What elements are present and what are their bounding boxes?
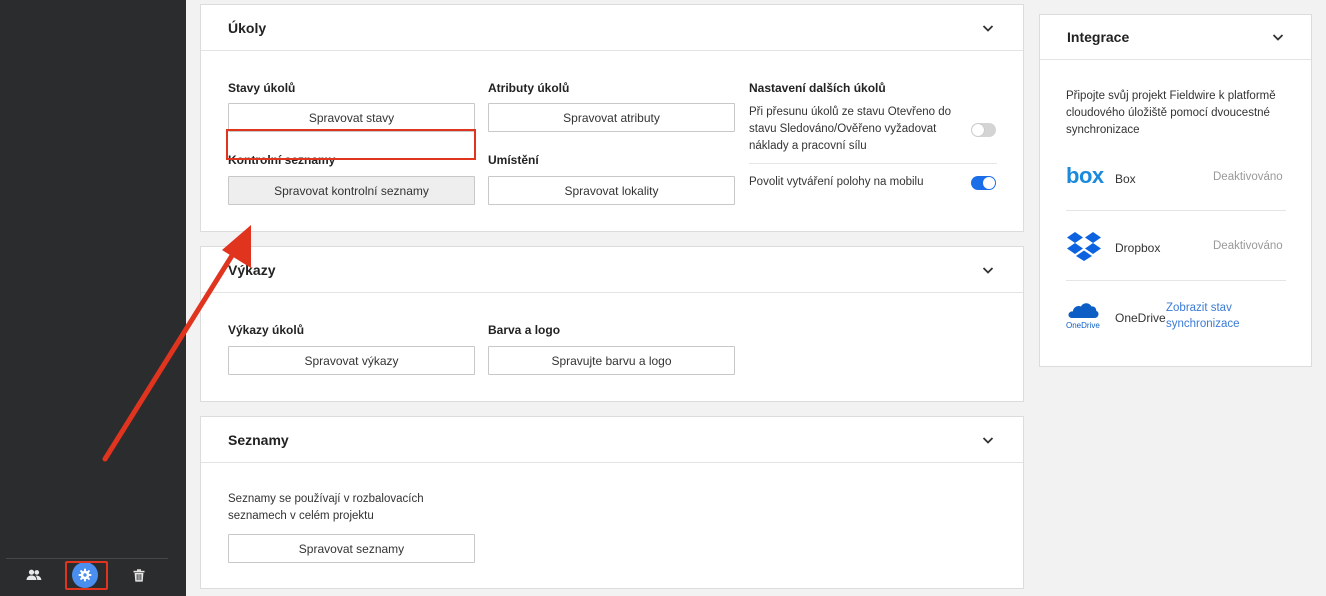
- onedrive-icon: [1068, 303, 1099, 318]
- integrations-title: Integrace: [1067, 29, 1130, 45]
- chevron-down-icon[interactable]: [1271, 30, 1285, 44]
- chevron-down-icon[interactable]: [981, 433, 995, 447]
- integrations-description: Připojte svůj projekt Fieldwire k platfo…: [1066, 90, 1276, 136]
- lists-card: Seznamy Seznamy se používají v rozbalova…: [200, 416, 1024, 589]
- manage-states-button[interactable]: Spravovat stavy: [228, 103, 475, 132]
- manage-checklists-button[interactable]: Spravovat kontrolní seznamy: [228, 176, 475, 205]
- cost-labor-setting-text: Při přesunu úkolů ze stavu Otevřeno do s…: [749, 106, 952, 152]
- dropbox-icon: [1067, 232, 1101, 261]
- tasks-title: Úkoly: [228, 19, 267, 36]
- box-logo: box: [1066, 163, 1104, 188]
- onedrive-logo-text: OneDrive: [1066, 321, 1100, 330]
- users-icon[interactable]: [21, 562, 47, 588]
- integrations-card: Integrace Připojte svůj projekt Fieldwir…: [1039, 14, 1312, 367]
- mobile-location-toggle[interactable]: [971, 176, 996, 190]
- integrations-header[interactable]: Integrace: [1040, 15, 1311, 60]
- trash-icon[interactable]: [126, 562, 152, 588]
- onedrive-name: OneDrive: [1115, 311, 1166, 325]
- onedrive-sync-status-link[interactable]: Zobrazit stav synchronizace: [1166, 300, 1240, 332]
- manage-color-logo-button[interactable]: Spravujte barvu a logo: [488, 346, 735, 375]
- locations-label: Umístění: [488, 153, 539, 167]
- manage-reports-button[interactable]: Spravovat výkazy: [228, 346, 475, 375]
- reports-header[interactable]: Výkazy: [201, 247, 1023, 293]
- chevron-down-icon[interactable]: [981, 21, 995, 35]
- lists-header[interactable]: Seznamy: [201, 417, 1023, 463]
- tasks-header[interactable]: Úkoly: [201, 5, 1023, 51]
- box-status[interactable]: Deaktivováno: [1213, 171, 1283, 183]
- manage-lists-button[interactable]: Spravovat seznamy: [228, 534, 475, 563]
- box-name: Box: [1115, 172, 1136, 186]
- lists-description: Seznamy se používají v rozbalovacích sez…: [228, 493, 424, 522]
- cost-labor-toggle[interactable]: [971, 123, 996, 137]
- settings-divider: [749, 163, 997, 164]
- reports-card: Výkazy Výkazy úkolů Spravovat výkazy Bar…: [200, 246, 1024, 402]
- mobile-location-setting-text: Povolit vytváření polohy na mobilu: [749, 176, 924, 188]
- checklists-highlight-box: [226, 129, 476, 160]
- more-settings-label: Nastavení dalších úkolů: [749, 81, 886, 95]
- task-states-label: Stavy úkolů: [228, 81, 296, 95]
- manage-locations-button[interactable]: Spravovat lokality: [488, 176, 735, 205]
- lists-title: Seznamy: [228, 431, 289, 448]
- dropbox-divider: [1066, 280, 1286, 281]
- reports-title: Výkazy: [228, 261, 276, 278]
- dropbox-name: Dropbox: [1115, 241, 1161, 255]
- sidebar: [0, 0, 186, 596]
- sidebar-divider: [6, 558, 168, 559]
- chevron-down-icon[interactable]: [981, 263, 995, 277]
- manage-attributes-button[interactable]: Spravovat atributy: [488, 103, 735, 132]
- tasks-card: Úkoly Stavy úkolů Spravovat stavy Atribu…: [200, 4, 1024, 232]
- task-reports-label: Výkazy úkolů: [228, 323, 305, 337]
- dropbox-status[interactable]: Deaktivováno: [1213, 240, 1283, 252]
- color-logo-label: Barva a logo: [488, 323, 561, 337]
- box-divider: [1066, 210, 1286, 211]
- settings-highlight-box: [65, 561, 108, 590]
- task-attributes-label: Atributy úkolů: [488, 81, 570, 95]
